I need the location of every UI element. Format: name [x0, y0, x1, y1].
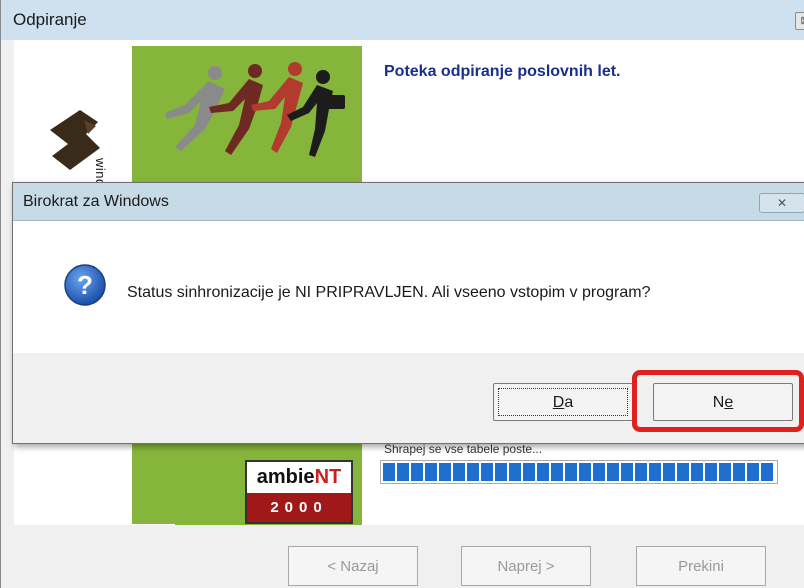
runners-illustration-icon [165, 62, 345, 157]
question-icon: ? [64, 264, 106, 306]
progress-block [481, 463, 493, 481]
back-button[interactable]: < Nazaj [288, 546, 418, 586]
progress-block [411, 463, 423, 481]
background-window-title: Odpiranje [13, 10, 87, 29]
progress-block [509, 463, 521, 481]
background-close-icon[interactable]: ⊠ [795, 12, 804, 30]
next-button[interactable]: Naprej > [461, 546, 591, 586]
progress-block [579, 463, 591, 481]
progress-block [747, 463, 759, 481]
no-button-highlight [632, 370, 804, 432]
cancel-button[interactable]: Prekini [636, 546, 766, 586]
progress-block [523, 463, 535, 481]
ambient-logo-text-left: ambie [256, 466, 315, 488]
progress-block [663, 463, 675, 481]
progress-block [495, 463, 507, 481]
yes-button[interactable]: Da [493, 383, 633, 421]
progress-block [705, 463, 717, 481]
ambient-logo-text-right: NT [314, 466, 342, 488]
svg-text:?: ? [77, 270, 93, 300]
birokrat-logo-icon [50, 110, 100, 170]
progress-block [635, 463, 647, 481]
progress-block [649, 463, 661, 481]
progress-bar [380, 460, 778, 484]
progress-block [677, 463, 689, 481]
progress-block [439, 463, 451, 481]
background-titlebar: Odpiranje ⊠ [1, 0, 804, 40]
progress-block [621, 463, 633, 481]
progress-block [383, 463, 395, 481]
progress-block [593, 463, 605, 481]
progress-block [719, 463, 731, 481]
progress-block [467, 463, 479, 481]
progress-block [565, 463, 577, 481]
ambient-2000-logo: ambieNT 2000 [245, 460, 353, 524]
dialog-message: Status sinhronizacije je NI PRIPRAVLJEN.… [127, 284, 651, 301]
dialog-title: Birokrat za Windows [23, 193, 169, 210]
dialog-close-icon[interactable]: ✕ [759, 193, 804, 213]
progress-block [607, 463, 619, 481]
progress-block [425, 463, 437, 481]
progress-block [761, 463, 773, 481]
progress-block [397, 463, 409, 481]
progress-block [733, 463, 745, 481]
progress-block [691, 463, 703, 481]
progress-block [551, 463, 563, 481]
wizard-heading: Poteka odpiranje poslovnih let. [384, 63, 621, 80]
dialog-titlebar: Birokrat za Windows ✕ [13, 183, 804, 221]
ambient-logo-year: 2000 [247, 493, 351, 522]
progress-block [453, 463, 465, 481]
progress-block [537, 463, 549, 481]
progress-label: Shrapej se vse tabele poste... [384, 442, 543, 456]
